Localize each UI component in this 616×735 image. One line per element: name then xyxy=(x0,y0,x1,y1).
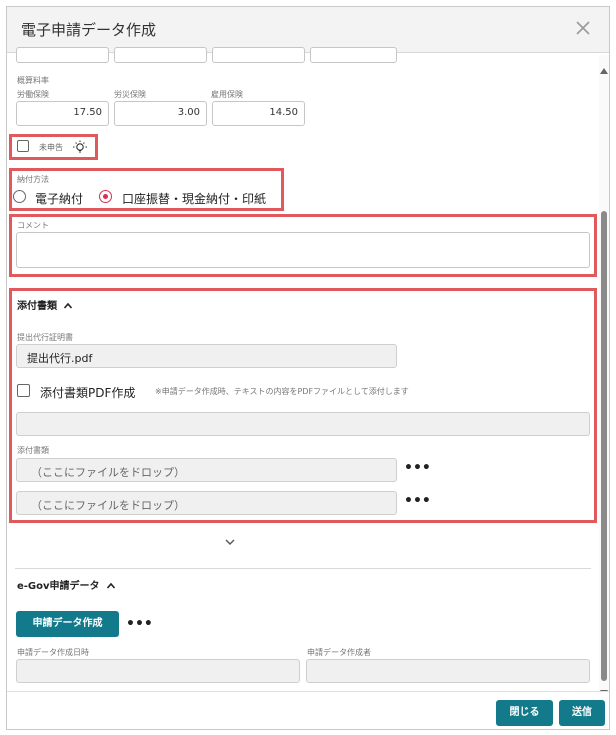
comment-label: コメント xyxy=(17,221,49,230)
labor-rate-label: 労働保険 xyxy=(17,90,49,99)
pdf-create-note: ※申請データ作成時、テキストの内容をPDFファイルとして添付します xyxy=(155,387,409,396)
attachments-header-label: 添付書類 xyxy=(17,301,57,312)
close-button[interactable]: 閉じる xyxy=(496,700,553,726)
file-drop-zone-1[interactable]: （ここにファイルをドロップ） xyxy=(16,458,397,482)
accident-rate-value: 3.00 xyxy=(177,107,200,118)
file-drop-placeholder-2: （ここにファイルをドロップ） xyxy=(31,499,185,512)
egov-more-icon[interactable]: ••• xyxy=(126,617,153,631)
comment-field[interactable] xyxy=(16,232,590,268)
dialog-title: 電子申請データ作成 xyxy=(21,21,157,39)
highlight-attachments xyxy=(9,288,597,523)
top-input-1[interactable] xyxy=(16,47,109,63)
payment-option-transfer-label[interactable]: 口座振替・現金納付・印紙 xyxy=(122,190,266,207)
egov-header-label: e-Gov申請データ xyxy=(17,581,100,592)
section-divider xyxy=(15,568,591,569)
top-input-2[interactable] xyxy=(114,47,207,63)
scroll-down-arrow-icon[interactable] xyxy=(600,681,608,696)
scroll-up-arrow-icon[interactable] xyxy=(600,59,608,74)
attached-files-label: 添付書類 xyxy=(17,446,49,455)
pdf-create-label[interactable]: 添付書類PDF作成 xyxy=(40,384,135,401)
accident-rate-label: 労災保険 xyxy=(114,90,146,99)
employment-rate-value: 14.50 xyxy=(269,107,298,118)
proxy-cert-field[interactable]: 提出代行.pdf xyxy=(16,344,397,368)
top-input-3[interactable] xyxy=(212,47,305,63)
chevron-up-icon xyxy=(64,302,73,309)
chevron-up-icon xyxy=(106,582,116,589)
pdf-text-field[interactable] xyxy=(16,412,590,436)
scrollbar-thumb[interactable] xyxy=(601,211,607,681)
payment-option-electronic-radio[interactable] xyxy=(13,190,26,203)
created-by-field[interactable] xyxy=(306,659,590,683)
employment-rate-label: 雇用保険 xyxy=(211,90,243,99)
chevron-down-icon[interactable] xyxy=(224,532,236,545)
lightbulb-icon[interactable] xyxy=(72,139,88,155)
undeclared-checkbox[interactable] xyxy=(17,140,29,152)
created-at-label: 申請データ作成日時 xyxy=(17,648,89,657)
accident-rate-field[interactable]: 3.00 xyxy=(114,101,207,126)
file-1-more-icon[interactable]: ••• xyxy=(404,461,431,475)
top-input-4[interactable] xyxy=(310,47,397,63)
attachments-header[interactable]: 添付書類 xyxy=(17,297,73,312)
rates-section-label: 概算料率 xyxy=(17,76,49,85)
dialog-footer: 閉じる 送信 xyxy=(7,691,609,729)
created-by-label: 申請データ作成者 xyxy=(307,648,371,657)
payment-option-transfer-radio[interactable] xyxy=(99,190,112,203)
send-button[interactable]: 送信 xyxy=(559,700,605,726)
dialog: 電子申請データ作成 概算料率 労働保険 労災保険 雇用保険 17.50 3.00… xyxy=(6,6,610,730)
undeclared-label: 未申告 xyxy=(39,143,63,152)
proxy-cert-file: 提出代行.pdf xyxy=(27,352,93,365)
created-at-field[interactable] xyxy=(16,659,300,683)
payment-option-electronic-label[interactable]: 電子納付 xyxy=(35,190,83,207)
labor-rate-field[interactable]: 17.50 xyxy=(16,101,109,126)
create-egov-data-button[interactable]: 申請データ作成 xyxy=(16,611,119,637)
egov-header[interactable]: e-Gov申請データ xyxy=(17,577,116,592)
file-drop-placeholder-1: （ここにファイルをドロップ） xyxy=(31,466,185,479)
file-2-more-icon[interactable]: ••• xyxy=(404,494,431,508)
payment-label: 納付方法 xyxy=(17,175,49,184)
employment-rate-field[interactable]: 14.50 xyxy=(212,101,305,126)
close-icon[interactable] xyxy=(571,16,595,40)
pdf-create-checkbox[interactable] xyxy=(17,384,30,397)
proxy-cert-label: 提出代行証明書 xyxy=(17,333,73,342)
file-drop-zone-2[interactable]: （ここにファイルをドロップ） xyxy=(16,491,397,515)
labor-rate-value: 17.50 xyxy=(73,107,102,118)
